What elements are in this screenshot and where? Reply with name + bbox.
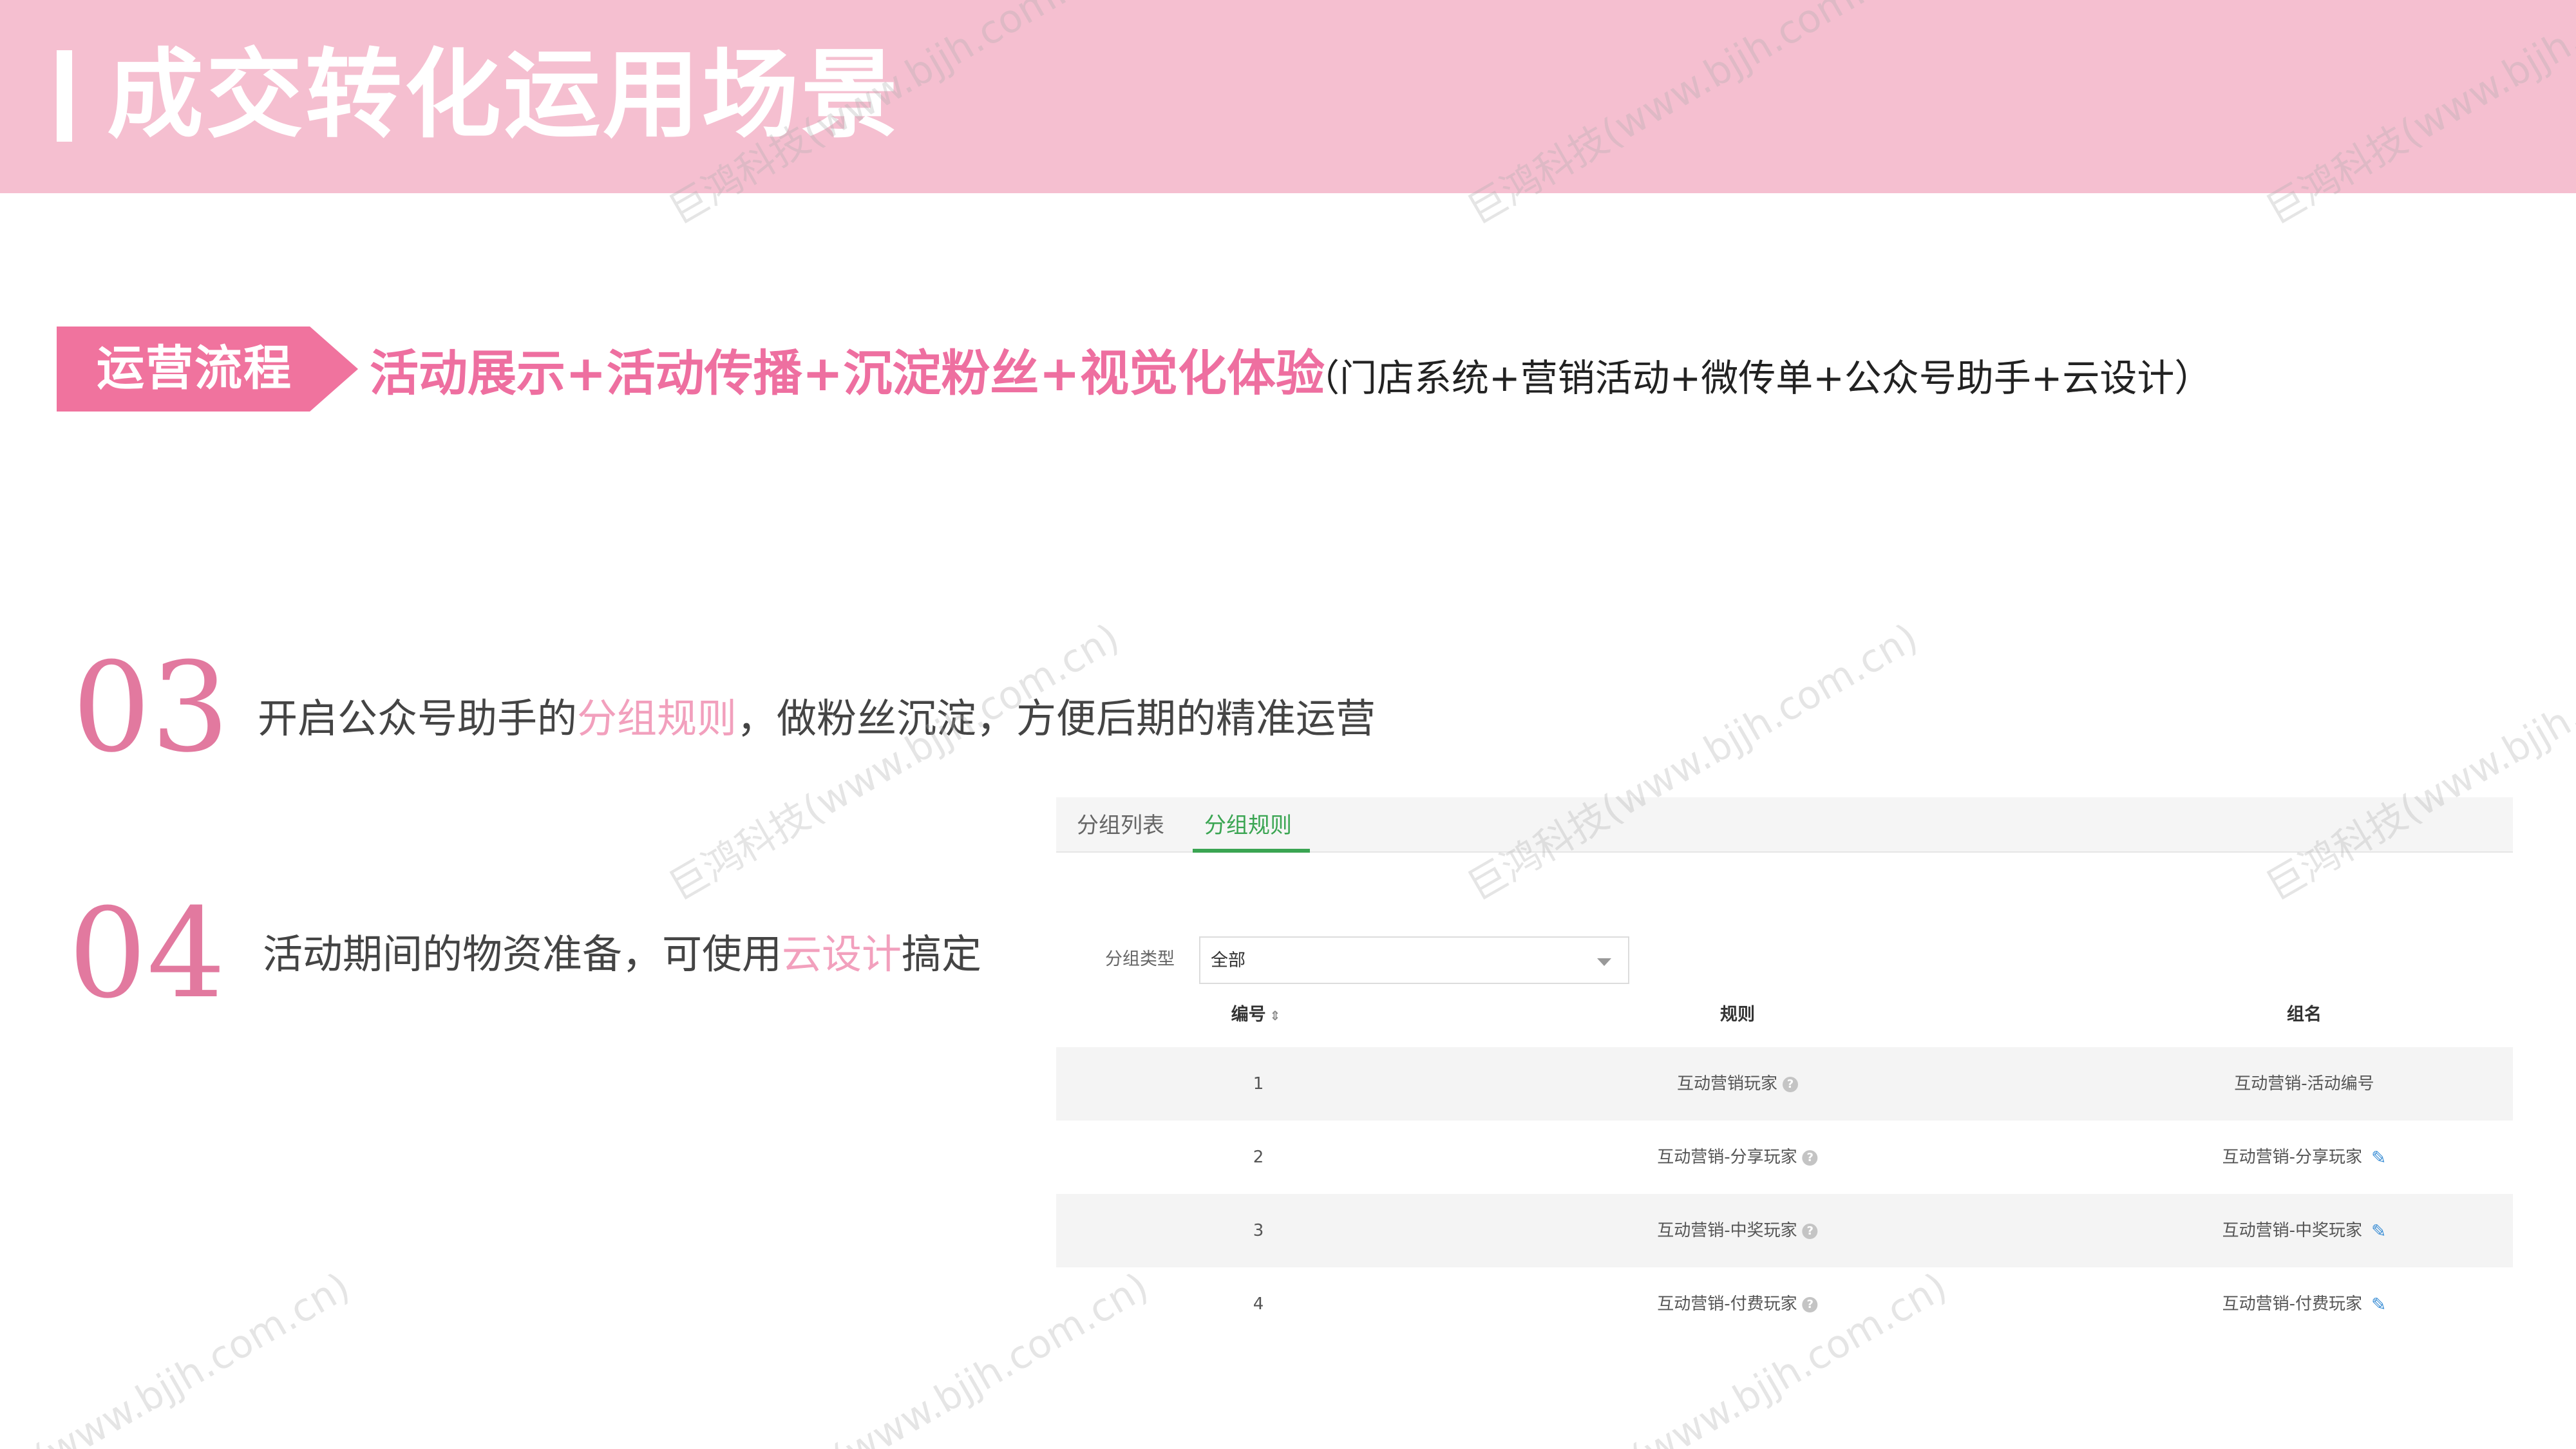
row-rule: 互动营销-中奖玩家? xyxy=(1657,1218,1818,1244)
tab-group-list[interactable]: 分组列表 xyxy=(1077,806,1164,845)
row-group-name-label: 互动营销-中奖玩家 xyxy=(2222,1221,2362,1240)
row-rule: 互动营销-付费玩家? xyxy=(1657,1291,1818,1317)
tab-group-rules[interactable]: 分组规则 xyxy=(1204,806,1292,845)
table-row: 1 互动营销玩家? 互动营销-活动编号 xyxy=(1056,1047,2513,1121)
header-accent-bar xyxy=(57,50,72,142)
panel-tab-bar: 分组列表 分组规则 xyxy=(1056,797,2513,853)
step-text-04: 活动期间的物资准备，可使用云设计搞定 xyxy=(263,922,981,987)
row-group-name-label: 互动营销-付费玩家 xyxy=(2222,1294,2362,1314)
row-id: 4 xyxy=(1253,1294,1264,1314)
group-type-label: 分组类型 xyxy=(1105,949,1175,969)
step-text-04-highlight: 云设计 xyxy=(782,931,902,978)
table-row: 4 互动营销-付费玩家? 互动营销-付费玩家 ✎ xyxy=(1056,1267,2513,1341)
table-row: 2 互动营销-分享玩家? 互动营销-分享玩家 ✎ xyxy=(1056,1121,2513,1194)
row-group-name-label: 互动营销-活动编号 xyxy=(2234,1074,2374,1094)
column-header-id-label: 编号 xyxy=(1231,1005,1266,1025)
flow-sub-text: （门店系统+营销活动+微传单+公众号助手+云设计） xyxy=(1302,356,2212,400)
active-tab-indicator xyxy=(1193,849,1310,853)
sort-icon[interactable]: ⇕ xyxy=(1270,1003,1281,1028)
help-icon[interactable]: ? xyxy=(1802,1150,1818,1166)
row-group-name: 互动营销-中奖玩家 ✎ xyxy=(2222,1218,2387,1244)
row-rule: 互动营销-分享玩家? xyxy=(1657,1144,1818,1170)
row-id: 3 xyxy=(1253,1221,1264,1240)
step-text-03-after: ，做粉丝沉淀，方便后期的精准运营 xyxy=(737,695,1376,742)
step-text-04-after: 搞定 xyxy=(902,931,982,978)
step-number-03: 03 xyxy=(72,636,230,780)
header-banner: 成交转化运用场景 xyxy=(0,0,2576,193)
edit-pencil-icon[interactable]: ✎ xyxy=(2371,1145,2386,1171)
row-id: 2 xyxy=(1253,1148,1264,1167)
flow-tag-label: 运营流程 xyxy=(97,341,292,396)
row-group-name-label: 互动营销-分享玩家 xyxy=(2222,1148,2362,1167)
group-type-value: 全部 xyxy=(1211,951,1245,971)
step-number-04: 04 xyxy=(68,882,226,1026)
row-group-name: 互动营销-活动编号 xyxy=(2234,1071,2374,1097)
row-rule-label: 互动营销-分享玩家 xyxy=(1657,1148,1797,1167)
row-rule-label: 互动营销-付费玩家 xyxy=(1657,1294,1797,1314)
row-rule-label: 互动营销-中奖玩家 xyxy=(1657,1221,1797,1240)
row-id: 1 xyxy=(1253,1074,1264,1094)
row-rule-label: 互动营销玩家 xyxy=(1676,1074,1778,1094)
step-text-03: 开启公众号助手的分组规则，做粉丝沉淀，方便后期的精准运营 xyxy=(258,687,1376,751)
flow-main-text: 活动展示+活动传播+沉淀粉丝+视觉化体验 xyxy=(370,345,1325,402)
edit-pencil-icon[interactable]: ✎ xyxy=(2371,1218,2386,1244)
row-group-name: 互动营销-付费玩家 ✎ xyxy=(2222,1291,2387,1318)
help-icon[interactable]: ? xyxy=(1802,1223,1818,1239)
group-rules-panel: 分组列表 分组规则 分组类型 全部 编号 ⇕ 规则 组名 1 互动营销玩家? 互动… xyxy=(1056,797,2513,1449)
group-type-select[interactable]: 全部 xyxy=(1199,936,1629,984)
step-text-04-before: 活动期间的物资准备，可使用 xyxy=(263,931,782,978)
column-header-id[interactable]: 编号 ⇕ xyxy=(1231,1002,1281,1028)
help-icon[interactable]: ? xyxy=(1802,1296,1818,1312)
edit-pencil-icon[interactable]: ✎ xyxy=(2371,1292,2386,1318)
watermark: (www.bjjh.com.cn) xyxy=(26,1264,358,1449)
column-header-name: 组名 xyxy=(2287,1005,2322,1025)
chevron-down-icon xyxy=(1597,958,1611,966)
step-text-03-before: 开启公众号助手的 xyxy=(258,695,578,742)
step-text-03-highlight: 分组规则 xyxy=(577,695,737,742)
column-header-rule: 规则 xyxy=(1720,1005,1755,1025)
table-row: 3 互动营销-中奖玩家? 互动营销-中奖玩家 ✎ xyxy=(1056,1194,2513,1267)
row-group-name: 互动营销-分享玩家 ✎ xyxy=(2222,1144,2387,1171)
help-icon[interactable]: ? xyxy=(1783,1076,1799,1092)
page-title: 成交转化运用场景 xyxy=(107,39,901,151)
row-rule: 互动营销玩家? xyxy=(1676,1071,1799,1097)
